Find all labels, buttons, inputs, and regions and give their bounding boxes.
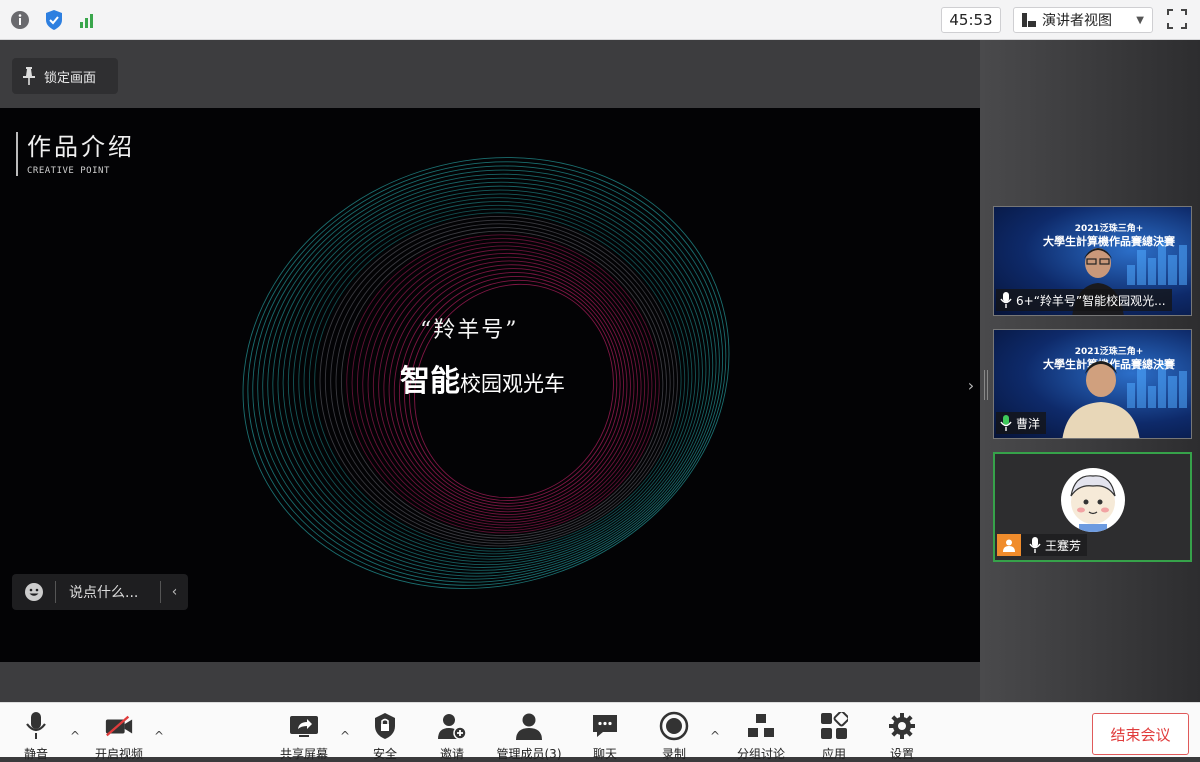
mic-icon: [1029, 537, 1041, 553]
apps-grid-icon: [819, 711, 849, 741]
settings-button[interactable]: 设置: [867, 711, 937, 762]
invite-button[interactable]: 邀请: [417, 711, 487, 762]
signal-icon[interactable]: [76, 8, 100, 32]
meeting-toolbar: 静音 ^ 开启视频 ^ 共享屏幕 ^ 安全 邀请 管理成员(3) 聊天 录制 ^…: [0, 702, 1200, 761]
window-topbar: 45:53 演讲者视图 ▼: [0, 0, 1200, 40]
chat-input-box[interactable]: 说点什么... ‹: [12, 574, 188, 610]
mic-icon: [21, 711, 51, 741]
chevron-up-icon[interactable]: ^: [70, 729, 80, 743]
panel-resize-handle[interactable]: [984, 370, 988, 400]
shield-icon[interactable]: [42, 8, 66, 32]
view-mode-dropdown[interactable]: 演讲者视图 ▼: [1013, 7, 1153, 33]
view-layout-icon: [1022, 13, 1036, 27]
participant-name-bar: 王蹇芳: [997, 534, 1088, 556]
security-label: 安全: [372, 747, 397, 761]
video-tile-3[interactable]: 王蹇芳: [993, 452, 1192, 562]
share-screen-button[interactable]: 共享屏幕: [269, 711, 339, 762]
participant-name: 王蹇芳: [1045, 538, 1082, 553]
gear-icon: [887, 711, 917, 741]
shared-screen-stage: 锁定画面 作品介绍 CREATIVE POINT “羚羊号” 智能校园观光车 说…: [0, 40, 980, 702]
participant-name: 6+“羚羊号”智能校园观光...: [1016, 293, 1166, 308]
chevron-left-icon[interactable]: ‹: [160, 581, 188, 603]
record-button[interactable]: 录制: [639, 711, 709, 762]
apps-button[interactable]: 应用: [799, 711, 869, 762]
slide-main-bold: 智能: [400, 364, 460, 399]
breakout-button[interactable]: 分组讨论: [726, 711, 796, 762]
chevron-up-icon[interactable]: ^: [710, 729, 720, 743]
start-video-label: 开启视频: [94, 747, 143, 761]
participant-name: 曹洋: [1016, 416, 1041, 431]
security-button[interactable]: 安全: [350, 711, 420, 762]
end-meeting-button[interactable]: 结束会议: [1092, 713, 1189, 755]
lock-screen-button[interactable]: 锁定画面: [12, 58, 118, 94]
participant-name-bar: 曹洋: [996, 412, 1047, 434]
breakout-rooms-icon: [746, 711, 776, 741]
chevron-down-icon: ▼: [1136, 14, 1144, 26]
share-screen-icon: [289, 711, 319, 741]
mic-active-icon: [1000, 415, 1012, 431]
fullscreen-icon[interactable]: [1166, 8, 1190, 32]
video-tile-2[interactable]: 2021泛珠三角+ 大學生計算機作品賽總決賽 曹洋: [993, 329, 1192, 439]
chevron-up-icon[interactable]: ^: [340, 729, 350, 743]
video-tile-1[interactable]: 2021泛珠三角+ 大學生計算機作品賽總決賽 6+“羚羊号”智能校园观光...: [993, 206, 1192, 316]
manage-members-button[interactable]: 管理成员(3): [494, 711, 564, 762]
presentation-slide: 作品介绍 CREATIVE POINT “羚羊号” 智能校园观光车 说点什么..…: [0, 108, 980, 662]
manage-members-label: 管理成员(3): [496, 747, 562, 761]
mic-icon: [1000, 292, 1012, 308]
chat-label: 聊天: [592, 747, 617, 761]
participant-name-bar: 6+“羚羊号”智能校园观光...: [996, 289, 1172, 311]
panel-collapse-chevron-icon[interactable]: ›: [964, 370, 978, 400]
slide-heading: 作品介绍 CREATIVE POINT: [16, 132, 135, 176]
lock-screen-label: 锁定画面: [44, 70, 97, 86]
slide-quote: “羚羊号”: [420, 318, 519, 343]
start-video-button[interactable]: 开启视频: [84, 711, 154, 762]
mute-button[interactable]: 静音: [1, 711, 71, 762]
breakout-label: 分组讨论: [736, 747, 785, 761]
record-label: 录制: [661, 747, 686, 761]
slide-subtitle: CREATIVE POINT: [27, 166, 110, 176]
chat-button[interactable]: 聊天: [570, 711, 640, 762]
chat-input[interactable]: 说点什么...: [56, 582, 160, 602]
emoji-icon[interactable]: [12, 581, 56, 603]
chat-icon: [590, 711, 620, 741]
security-shield-icon: [370, 711, 400, 741]
view-mode-label: 演讲者视图: [1042, 13, 1112, 29]
record-icon: [659, 711, 689, 741]
invite-label: 邀请: [439, 747, 464, 761]
user-icon: [997, 534, 1021, 556]
pin-icon: [23, 67, 35, 85]
members-icon: [514, 711, 544, 741]
participant-video: [1062, 361, 1140, 438]
mute-label: 静音: [23, 747, 48, 761]
info-icon[interactable]: [8, 8, 32, 32]
video-off-icon: [104, 711, 134, 741]
meeting-timer: 45:53: [941, 7, 1001, 33]
settings-label: 设置: [889, 747, 914, 761]
chevron-up-icon[interactable]: ^: [154, 729, 164, 743]
slide-main-line: 智能校园观光车: [400, 356, 565, 400]
invite-icon: [437, 711, 467, 741]
slide-main-rest: 校园观光车: [460, 372, 565, 396]
share-screen-label: 共享屏幕: [279, 747, 328, 761]
avatar: [1061, 468, 1125, 532]
apps-label: 应用: [821, 747, 846, 761]
slide-title: 作品介绍: [27, 133, 135, 161]
